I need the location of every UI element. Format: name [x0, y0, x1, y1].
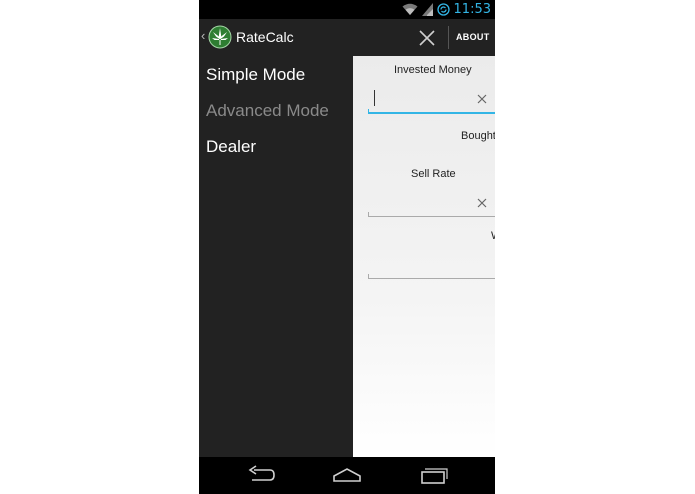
third-field[interactable] [368, 271, 495, 279]
action-divider [448, 26, 449, 49]
navigation-bar [199, 457, 495, 494]
sell-rate-label: Sell Rate [411, 168, 456, 180]
app-title: RateCalc [236, 29, 294, 45]
drawer-item-simple-mode[interactable]: Simple Mode [206, 65, 305, 85]
clear-invested-icon[interactable] [477, 94, 487, 104]
leaf-logo-icon[interactable] [208, 25, 232, 49]
truncated-label: W [491, 230, 495, 242]
drawer-caret-icon[interactable]: ‹ [201, 28, 205, 43]
clear-sell-rate-icon[interactable] [477, 198, 487, 208]
about-button[interactable]: ABOUT [456, 32, 490, 42]
sync-icon [436, 3, 450, 16]
close-icon[interactable] [417, 28, 437, 48]
drawer-item-advanced-mode[interactable]: Advanced Mode [206, 101, 329, 121]
signal-icon [421, 3, 433, 16]
status-bar: 11:53 [199, 0, 495, 19]
clock: 11:53 [453, 2, 491, 17]
home-icon[interactable] [332, 465, 362, 485]
text-cursor [374, 90, 375, 106]
invested-money-label: Invested Money [394, 64, 472, 76]
back-icon[interactable] [246, 465, 276, 485]
phone-screen: 11:53 ‹ RateCalc ABOUT Simple Mode Advan… [199, 0, 495, 494]
recent-apps-icon[interactable] [419, 465, 449, 485]
sell-rate-field[interactable] [368, 209, 495, 217]
action-bar: ‹ RateCalc ABOUT [199, 19, 495, 56]
bought-label: Bought [461, 130, 495, 142]
wifi-icon [402, 3, 418, 15]
form-panel: Invested Money Bought Sell Rate W [353, 56, 495, 457]
drawer-item-dealer[interactable]: Dealer [206, 137, 256, 157]
navigation-drawer: Simple Mode Advanced Mode Dealer [199, 56, 353, 457]
invested-money-field[interactable] [368, 106, 495, 114]
